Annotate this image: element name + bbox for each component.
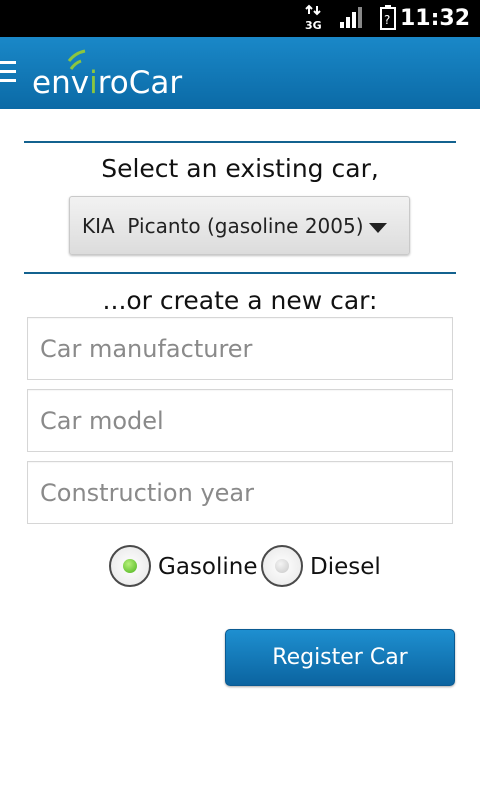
car-manufacturer-input[interactable] [28, 318, 452, 379]
construction-year-field[interactable] [27, 461, 453, 524]
car-manufacturer-field[interactable] [27, 317, 453, 380]
clock: 11:32 [399, 6, 470, 31]
logo-suffix: roCar [97, 65, 183, 101]
radio-selected-dot [123, 559, 137, 573]
data-arrows-3g-icon: 3G [304, 0, 324, 37]
battery-status-label: ? [384, 13, 390, 27]
construction-year-input[interactable] [28, 462, 452, 523]
car-model-input[interactable] [28, 390, 452, 451]
car-select-dropdown[interactable]: KIA Picanto (gasoline 2005) [69, 196, 410, 255]
hamburger-menu-icon[interactable] [0, 61, 18, 85]
register-car-button[interactable]: Register Car [225, 629, 455, 686]
diesel-radio[interactable] [261, 545, 303, 587]
dropdown-arrow-icon [369, 223, 387, 233]
divider-middle [24, 272, 456, 274]
select-existing-heading: Select an existing car, [101, 154, 379, 183]
divider-top [24, 141, 456, 143]
logo-prefix: env [32, 65, 90, 101]
battery-unknown-icon: ? [379, 0, 399, 37]
signal-bars-icon [339, 0, 363, 37]
diesel-label[interactable]: Diesel [310, 554, 381, 580]
create-new-heading: ...or create a new car: [102, 286, 378, 315]
envirocar-logo[interactable]: enviroCar [32, 47, 192, 103]
action-bar: enviroCar [0, 37, 480, 109]
gasoline-radio[interactable] [109, 545, 151, 587]
logo-accent: i [89, 65, 98, 101]
radio-unselected-dot [275, 559, 289, 573]
selected-car-label: KIA Picanto (gasoline 2005) [82, 214, 364, 238]
gasoline-label[interactable]: Gasoline [158, 554, 257, 580]
car-model-field[interactable] [27, 389, 453, 452]
network-type-label: 3G [305, 19, 322, 32]
status-bar: 3G ? 11:32 [0, 0, 480, 37]
logo-text: enviroCar [32, 65, 182, 101]
